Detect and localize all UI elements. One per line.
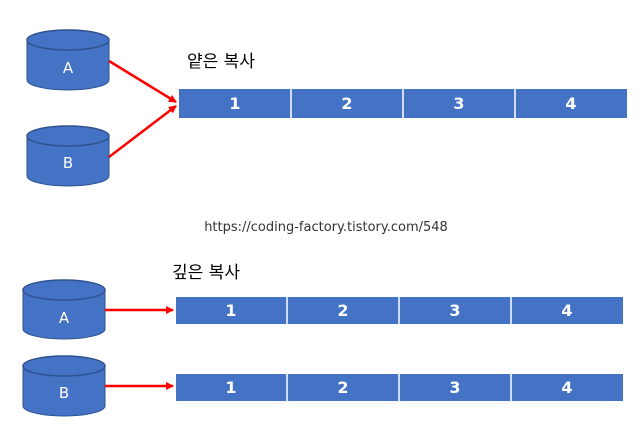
deep-array-a-cell: 1 xyxy=(225,301,236,320)
shallow-variable-b-label: B xyxy=(63,154,73,172)
shallow-variable-a-label: A xyxy=(63,59,74,77)
deep-array-b: 1 2 3 4 xyxy=(176,374,623,401)
deep-variable-b-cylinder: B xyxy=(22,355,106,417)
deep-array-a: 1 2 3 4 xyxy=(176,297,623,324)
deep-array-a-cell: 3 xyxy=(449,301,460,320)
deep-array-b-cell: 3 xyxy=(449,378,460,397)
diagram-canvas: 얕은 복사 A B 1 2 3 4 https://coding-factory… xyxy=(22,29,627,417)
deep-array-b-cell: 2 xyxy=(337,378,348,397)
shallow-array-cell: 2 xyxy=(341,94,352,113)
deep-variable-a-label: A xyxy=(59,309,70,327)
deep-array-a-cell: 4 xyxy=(561,301,572,320)
copy-diagram: 얕은 복사 A B 1 2 3 4 https://coding-factory… xyxy=(0,0,644,421)
shallow-arrow-a xyxy=(108,59,177,104)
source-url: https://coding-factory.tistory.com/548 xyxy=(204,220,448,235)
deep-variable-b-label: B xyxy=(59,384,69,402)
shallow-variable-b-cylinder: B xyxy=(26,125,110,187)
deep-array-b-cell: 1 xyxy=(225,378,236,397)
deep-copy-title: 깊은 복사 xyxy=(172,263,240,283)
shallow-array-cell: 1 xyxy=(229,94,240,113)
deep-array-b-cell: 4 xyxy=(561,378,572,397)
shallow-copy-title: 얕은 복사 xyxy=(187,52,255,72)
shallow-array-cell: 4 xyxy=(565,94,576,113)
deep-array-a-cell: 2 xyxy=(337,301,348,320)
deep-copy-section: 깊은 복사 A B 1 2 3 4 1 2 3 4 xyxy=(22,263,623,417)
shallow-shared-array: 1 2 3 4 xyxy=(179,89,627,118)
shallow-array-cell: 3 xyxy=(453,94,464,113)
shallow-variable-a-cylinder: A xyxy=(26,29,110,91)
deep-variable-a-cylinder: A xyxy=(22,279,106,340)
shallow-copy-section: 얕은 복사 A B 1 2 3 4 xyxy=(26,29,627,187)
shallow-arrow-b xyxy=(108,105,177,158)
